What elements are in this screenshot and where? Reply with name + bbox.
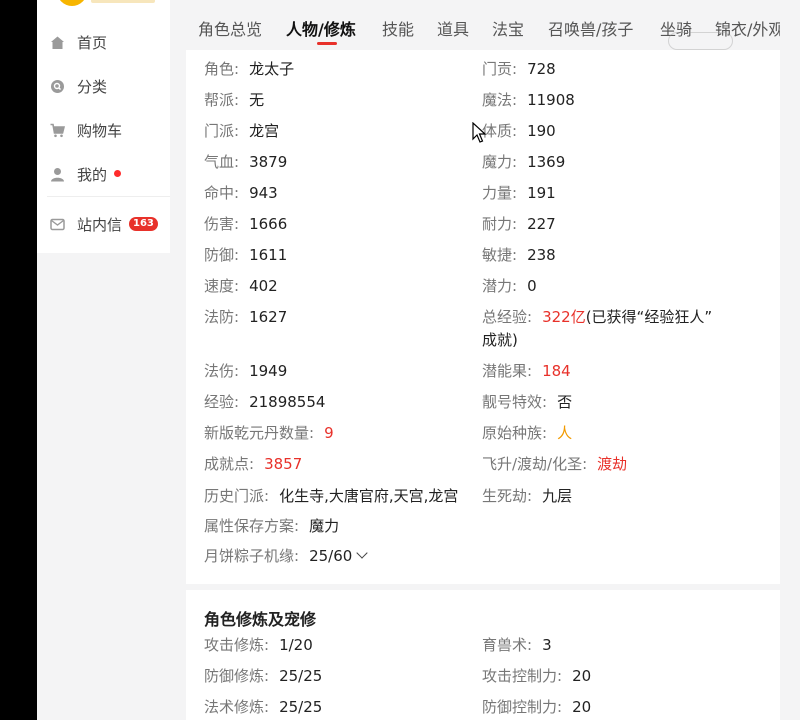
cultivation-magic: 法术修炼: 25/25 — [204, 698, 323, 716]
sidebar-item-label: 我的 — [77, 165, 108, 184]
attr-agility: 敏捷: 238 — [482, 246, 556, 264]
tab-pets-children[interactable]: 召唤兽/孩子 — [548, 16, 633, 40]
notification-dot — [114, 170, 121, 177]
app-logo-text — [91, 0, 155, 3]
attr-hit: 命中: 943 — [204, 184, 278, 202]
attr-mooncake-chance[interactable]: 月饼粽子机缘: 25/60 — [204, 545, 368, 566]
attr-role: 角色: 龙太子 — [204, 60, 295, 78]
attr-defense: 防御: 1611 — [204, 246, 288, 264]
left-black-bar — [0, 0, 37, 720]
cultivation-attack-control: 攻击控制力: 20 — [482, 667, 592, 685]
sidebar-item-mine[interactable]: 我的 — [37, 160, 170, 188]
attr-potential-fruit: 潜能果: 184 — [482, 362, 571, 380]
experience-note: (已获得“经验狂人” — [585, 308, 713, 326]
cultivation-card: 角色修炼及宠修 攻击修炼: 1/20 防御修炼: 25/25 法术修炼: 25/25 … — [186, 590, 780, 720]
cultivation-defense: 防御修炼: 25/25 — [204, 667, 323, 685]
chevron-down-icon[interactable] — [356, 547, 368, 559]
attr-ascension: 飞升/渡劫/化圣: 渡劫 — [482, 455, 628, 473]
attr-save-plan: 属性保存方案: 魔力 — [204, 517, 340, 535]
attr-school: 门派: 龙宫 — [204, 122, 280, 140]
attr-history-schools: 历史门派: 化生寺,大唐官府,天宫,龙宫 — [204, 487, 459, 505]
attr-total-experience: 总经验: 322亿(已获得“经验狂人” — [482, 308, 713, 326]
sidebar-divider — [47, 196, 170, 197]
attr-potential: 潜力: 0 — [482, 277, 537, 295]
attr-total-experience-note: 成就) — [482, 331, 518, 349]
message-count-badge: 163 — [129, 217, 158, 231]
attr-magic-power: 魔力: 1369 — [482, 153, 566, 171]
sidebar-item-label: 站内信 — [77, 215, 123, 234]
app-logo — [57, 0, 87, 6]
mouse-cursor-icon — [472, 122, 486, 143]
mail-icon — [50, 217, 65, 232]
attr-endurance: 耐力: 227 — [482, 215, 556, 233]
sidebar-item-category[interactable]: 分类 — [37, 72, 170, 100]
attr-life-death-tribulation: 生死劫: 九层 — [482, 487, 573, 505]
user-icon — [50, 167, 65, 182]
attr-damage: 伤害: 1666 — [204, 215, 288, 233]
attr-guild: 帮派: 无 — [204, 91, 265, 109]
section-title: 角色修炼及宠修 — [204, 610, 317, 629]
sidebar: 首页 分类 购物车 我的 站内信 163 — [37, 0, 170, 253]
attr-experience: 经验: 21898554 — [204, 393, 326, 411]
attr-special-id-effect: 靓号特效: 否 — [482, 393, 573, 411]
tab-items[interactable]: 道具 — [437, 16, 469, 40]
tab-character-cultivation[interactable]: 人物/修炼 — [286, 16, 356, 40]
cart-icon — [50, 123, 65, 138]
active-tab-indicator — [317, 42, 337, 45]
tab-treasures[interactable]: 法宝 — [492, 16, 524, 40]
sidebar-item-home[interactable]: 首页 — [37, 28, 170, 56]
attr-magic-damage: 法伤: 1949 — [204, 362, 288, 380]
tab-skills[interactable]: 技能 — [382, 16, 414, 40]
attr-achievement-points: 成就点: 3857 — [204, 455, 303, 473]
attr-speed: 速度: 402 — [204, 277, 278, 295]
cultivation-pet-training: 育兽术: 3 — [482, 636, 552, 654]
sidebar-item-messages[interactable]: 站内信 163 — [37, 210, 170, 238]
sidebar-item-label: 首页 — [77, 33, 108, 52]
attr-strength: 力量: 191 — [482, 184, 556, 202]
attr-constitution: 体质: 190 — [482, 122, 556, 140]
attr-mana: 魔法: 11908 — [482, 91, 575, 109]
tab-overview[interactable]: 角色总览 — [198, 16, 262, 40]
home-icon — [50, 35, 65, 50]
attr-contribution: 门贡: 728 — [482, 60, 556, 78]
attr-original-race: 原始种族: 人 — [482, 424, 573, 442]
watermark — [668, 32, 733, 50]
cultivation-attack: 攻击修炼: 1/20 — [204, 636, 313, 654]
category-icon — [50, 79, 65, 94]
attr-magic-defense: 法防: 1627 — [204, 308, 288, 326]
attr-qianyuan-count: 新版乾元丹数量: 9 — [204, 424, 334, 442]
cultivation-defense-control: 防御控制力: 20 — [482, 698, 592, 716]
sidebar-item-cart[interactable]: 购物车 — [37, 116, 170, 144]
attr-hp: 气血: 3879 — [204, 153, 288, 171]
sidebar-item-label: 分类 — [77, 77, 108, 96]
sidebar-item-label: 购物车 — [77, 121, 123, 140]
